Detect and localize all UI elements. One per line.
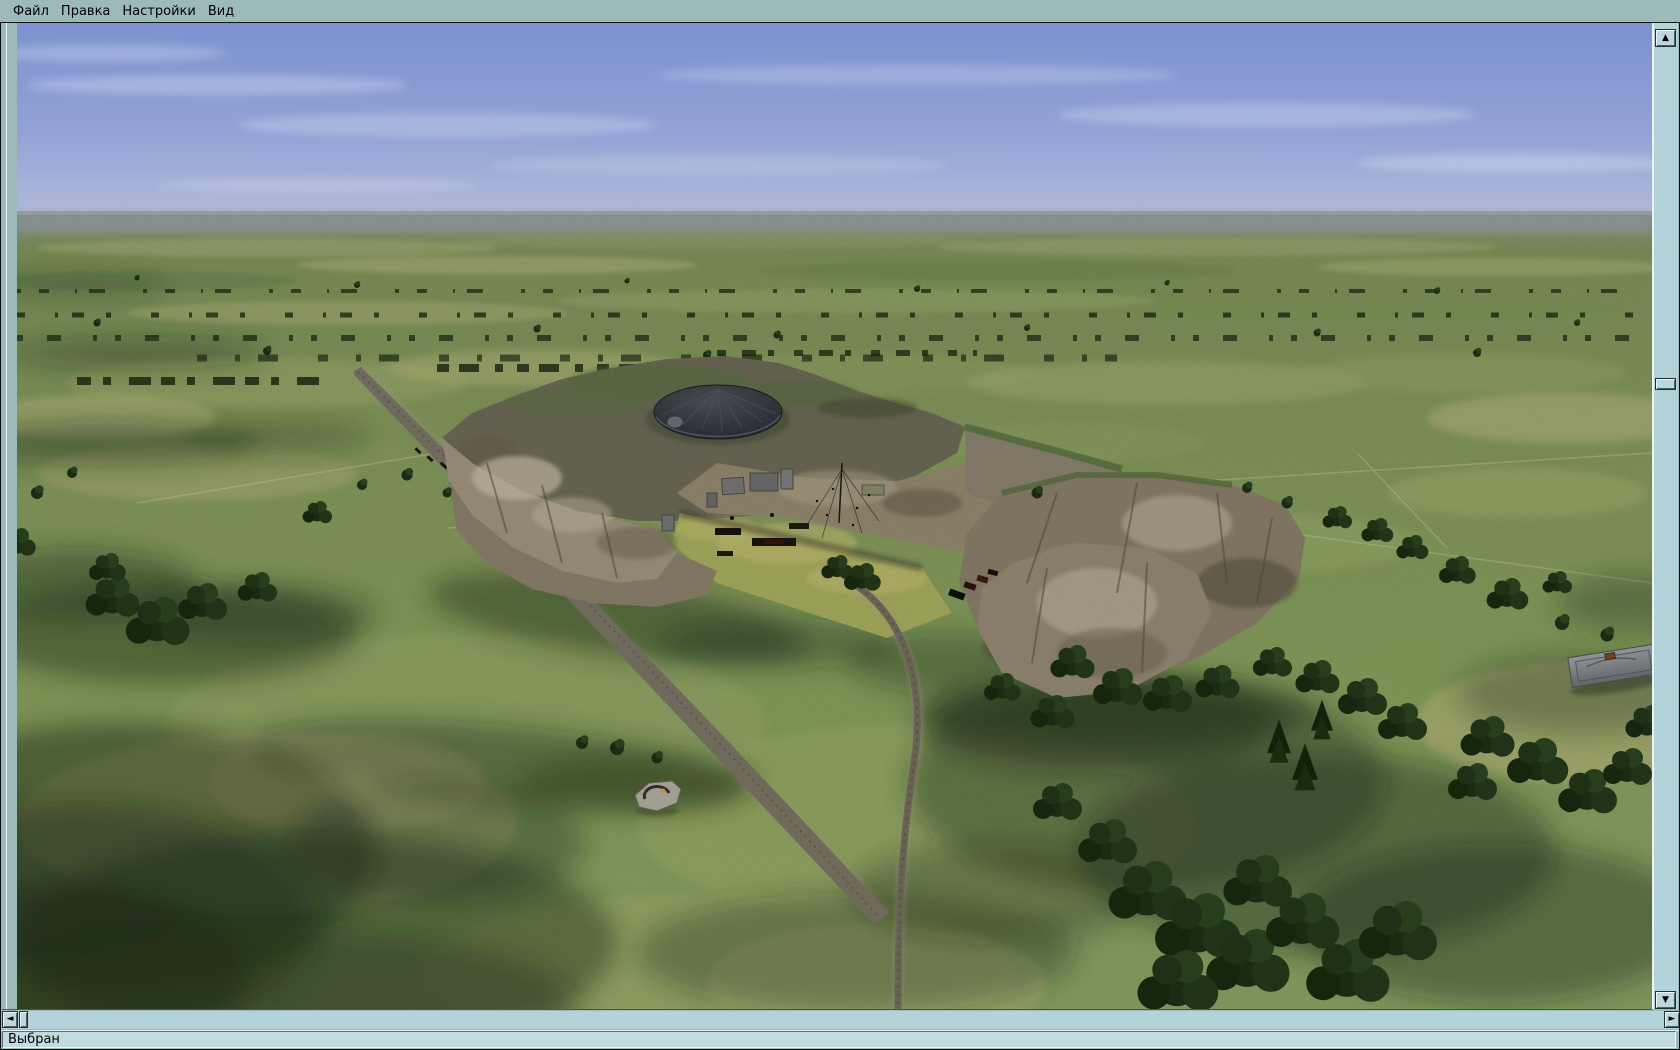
down-arrow-icon: ▼ <box>1662 994 1669 1005</box>
window-border <box>0 22 1 1050</box>
statusbar: Выбран <box>2 1031 1676 1048</box>
editor-window: Файл Правка Настройки Вид ▲ ▼ ◄ ► Выбран <box>0 0 1680 1050</box>
scroll-down-button[interactable]: ▼ <box>1655 991 1676 1009</box>
menu-edit[interactable]: Правка <box>55 4 116 19</box>
scroll-right-button[interactable]: ► <box>1664 1011 1680 1028</box>
status-text: Выбран <box>8 1032 60 1047</box>
viewport-edge <box>2 1009 1652 1010</box>
frame-highlight <box>6 23 7 1030</box>
scroll-up-button[interactable]: ▲ <box>1655 29 1676 47</box>
horizontal-scroll-thumb[interactable] <box>19 1011 28 1028</box>
viewport-3d[interactable] <box>17 23 1652 1009</box>
scene-3d <box>17 23 1652 1009</box>
sky <box>17 23 1652 223</box>
scroll-left-button[interactable]: ◄ <box>2 1011 18 1028</box>
up-arrow-icon: ▲ <box>1662 32 1669 43</box>
menu-view[interactable]: Вид <box>202 4 240 19</box>
menubar: Файл Правка Настройки Вид <box>0 0 1680 22</box>
vertical-scroll-thumb[interactable] <box>1655 378 1676 390</box>
right-arrow-icon: ► <box>1668 1014 1676 1024</box>
left-arrow-icon: ◄ <box>6 1014 14 1024</box>
menu-settings[interactable]: Настройки <box>116 4 201 19</box>
menu-file[interactable]: Файл <box>7 4 55 19</box>
horizontal-scrollbar[interactable]: ◄ ► <box>2 1011 1680 1029</box>
vertical-scrollbar[interactable]: ▲ ▼ <box>1654 23 1678 1009</box>
